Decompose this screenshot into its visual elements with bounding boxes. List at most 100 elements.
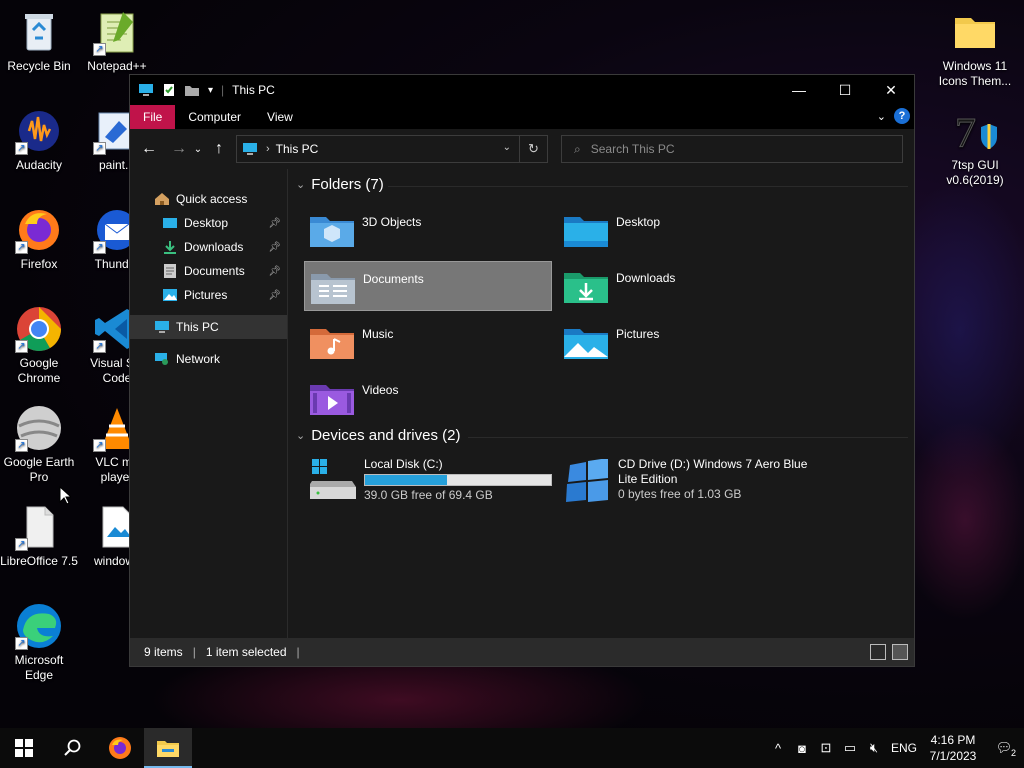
window-title: This PC [232,83,275,97]
firefox-icon [109,737,131,759]
address-dropdown-icon[interactable]: ⌄ [503,142,511,153]
security-icon[interactable]: ⊡ [814,740,838,756]
hard-drive-icon [308,459,358,503]
home-icon [154,191,170,207]
desktop-icon-chrome[interactable]: ↗ Google Chrome [0,305,78,386]
search-icon: ⌕ [574,141,581,156]
libreoffice-icon: ↗ [15,503,63,551]
address-row: ← → ⌄ ↑ › This PC ⌄ ↻ ⌕ [130,129,914,169]
tab-file[interactable]: File [130,105,176,129]
nav-network[interactable]: Network [130,347,287,371]
back-arrow-icon[interactable]: ← [137,140,161,158]
folder-tile-downloads[interactable]: Downloads [558,261,806,311]
refresh-icon[interactable]: ↻ [519,136,547,162]
shortcut-arrow-icon: ↗ [93,241,106,254]
desktop-icon-edge[interactable]: ↗ Microsoft Edge [0,602,78,683]
nav-pictures[interactable]: Pictures 📌︎ [130,283,287,307]
search-input[interactable] [590,142,871,156]
ribbon-tabs: File Computer View ⌄ ? [130,105,914,129]
group-divider [468,437,908,438]
desktop-folder-icon [564,211,608,249]
maximize-button[interactable]: ☐ [822,75,868,105]
desktop-folder-icon [162,215,178,231]
folder-tile-videos[interactable]: Videos [304,373,552,423]
forward-arrow-icon[interactable]: → [167,140,191,158]
desktop-icon-7tsp[interactable]: 7 7tsp GUI v0.6(2019) [935,107,1015,188]
folder-tile-music[interactable]: Music [304,317,552,367]
folder-tile-desktop[interactable]: Desktop [558,205,806,255]
breadcrumb-chevron-icon[interactable]: › [266,143,270,155]
devices-group-header[interactable]: ⌄ Devices and drives (2) [296,427,460,444]
desktop-icon-recycle-bin[interactable]: Recycle Bin [0,8,78,74]
notification-icon: 💬︎ [995,740,1013,755]
properties-icon[interactable] [162,83,176,97]
network-icon[interactable]: ▭ [838,740,862,756]
videos-folder-icon [310,379,354,417]
search-button[interactable] [48,728,96,768]
folder-tile-documents[interactable]: Documents [304,261,552,311]
shortcut-arrow-icon: ↗ [93,43,106,56]
drive-cd-d[interactable]: CD Drive (D:) Windows 7 Aero Blue Lite E… [560,457,820,511]
collapse-chevron-icon[interactable]: ⌄ [296,429,305,442]
shortcut-arrow-icon: ↗ [15,439,28,452]
desktop-icon-themes-folder[interactable]: Windows 11 Icons Them... [935,8,1015,89]
chrome-icon: ↗ [15,305,63,353]
tab-computer[interactable]: Computer [175,105,254,129]
customize-toolbar-chevron-icon[interactable]: ▾ [208,85,213,96]
nav-quick-access[interactable]: Quick access [130,187,287,211]
shortcut-arrow-icon: ↗ [93,439,106,452]
details-view-icon[interactable] [870,644,886,660]
search-box[interactable]: ⌕ [561,135,903,163]
close-button[interactable]: ✕ [868,75,914,105]
pin-icon[interactable]: 📌︎ [268,290,281,301]
pin-icon[interactable]: 📌︎ [268,218,281,229]
volume-muted-icon[interactable]: 🔇︎ [862,740,886,756]
desktop-icon-libreoffice[interactable]: ↗ LibreOffice 7.5 [0,503,78,569]
shortcut-arrow-icon: ↗ [15,340,28,353]
shortcut-arrow-icon: ↗ [15,241,28,254]
taskbar-firefox[interactable] [96,728,144,768]
nav-this-pc[interactable]: This PC [130,315,287,339]
windows-logo-icon [15,739,33,757]
new-folder-icon[interactable] [184,83,200,97]
desktop-icon-google-earth[interactable]: ↗ Google Earth Pro [0,404,78,485]
clock[interactable]: 4:16 PM 7/1/2023 [922,732,984,764]
help-icon[interactable]: ? [894,108,910,124]
recent-locations-chevron-icon[interactable]: ⌄ [191,144,205,155]
drive-local-disk-c[interactable]: Local Disk (C:) 39.0 GB free of 69.4 GB [306,457,556,511]
folder-tile-3d-objects[interactable]: 3D Objects [304,205,552,255]
start-button[interactable] [0,728,48,768]
computer-icon [243,143,257,155]
desktop-icon-notepadpp[interactable]: ↗ Notepad++ [78,8,156,74]
nav-downloads[interactable]: Downloads 📌︎ [130,235,287,259]
documents-folder-icon [311,268,355,306]
folder-tile-pictures[interactable]: Pictures [558,317,806,367]
meet-now-icon[interactable]: ◙ [790,741,814,756]
pin-icon[interactable]: 📌︎ [268,242,281,253]
show-hidden-icons-chevron-icon[interactable]: ^ [766,741,790,756]
collapse-chevron-icon[interactable]: ⌄ [296,178,305,191]
google-earth-icon: ↗ [15,404,63,452]
nav-documents[interactable]: Documents 📌︎ [130,259,287,283]
pictures-icon [162,287,178,303]
large-icons-view-icon[interactable] [892,644,908,660]
desktop-icon-firefox[interactable]: ↗ Firefox [0,206,78,272]
language-indicator[interactable]: ENG [886,741,922,755]
7tsp-icon: 7 [951,107,999,158]
breadcrumb-location[interactable]: This PC [276,142,319,156]
folders-group-header[interactable]: ⌄ Folders (7) [296,176,384,193]
tab-view[interactable]: View [254,105,306,129]
recycle-bin-icon [15,8,63,56]
item-count: 9 items [144,645,183,659]
up-arrow-icon[interactable]: ↑ [207,140,231,158]
notification-center-button[interactable]: 💬︎ 2 [984,740,1024,758]
pin-icon[interactable]: 📌︎ [268,266,281,277]
nav-desktop[interactable]: Desktop 📌︎ [130,211,287,235]
desktop-icon-audacity[interactable]: ↗ Audacity [0,107,78,173]
taskbar: ^ ◙ ⊡ ▭ 🔇︎ ENG 4:16 PM 7/1/2023 💬︎ 2 [0,728,1024,768]
address-bar[interactable]: › This PC ⌄ ↻ [236,135,548,163]
expand-ribbon-chevron-icon[interactable]: ⌄ [877,110,886,123]
minimize-button[interactable]: — [776,75,822,105]
computer-icon [154,319,170,335]
taskbar-file-explorer[interactable] [144,728,192,768]
